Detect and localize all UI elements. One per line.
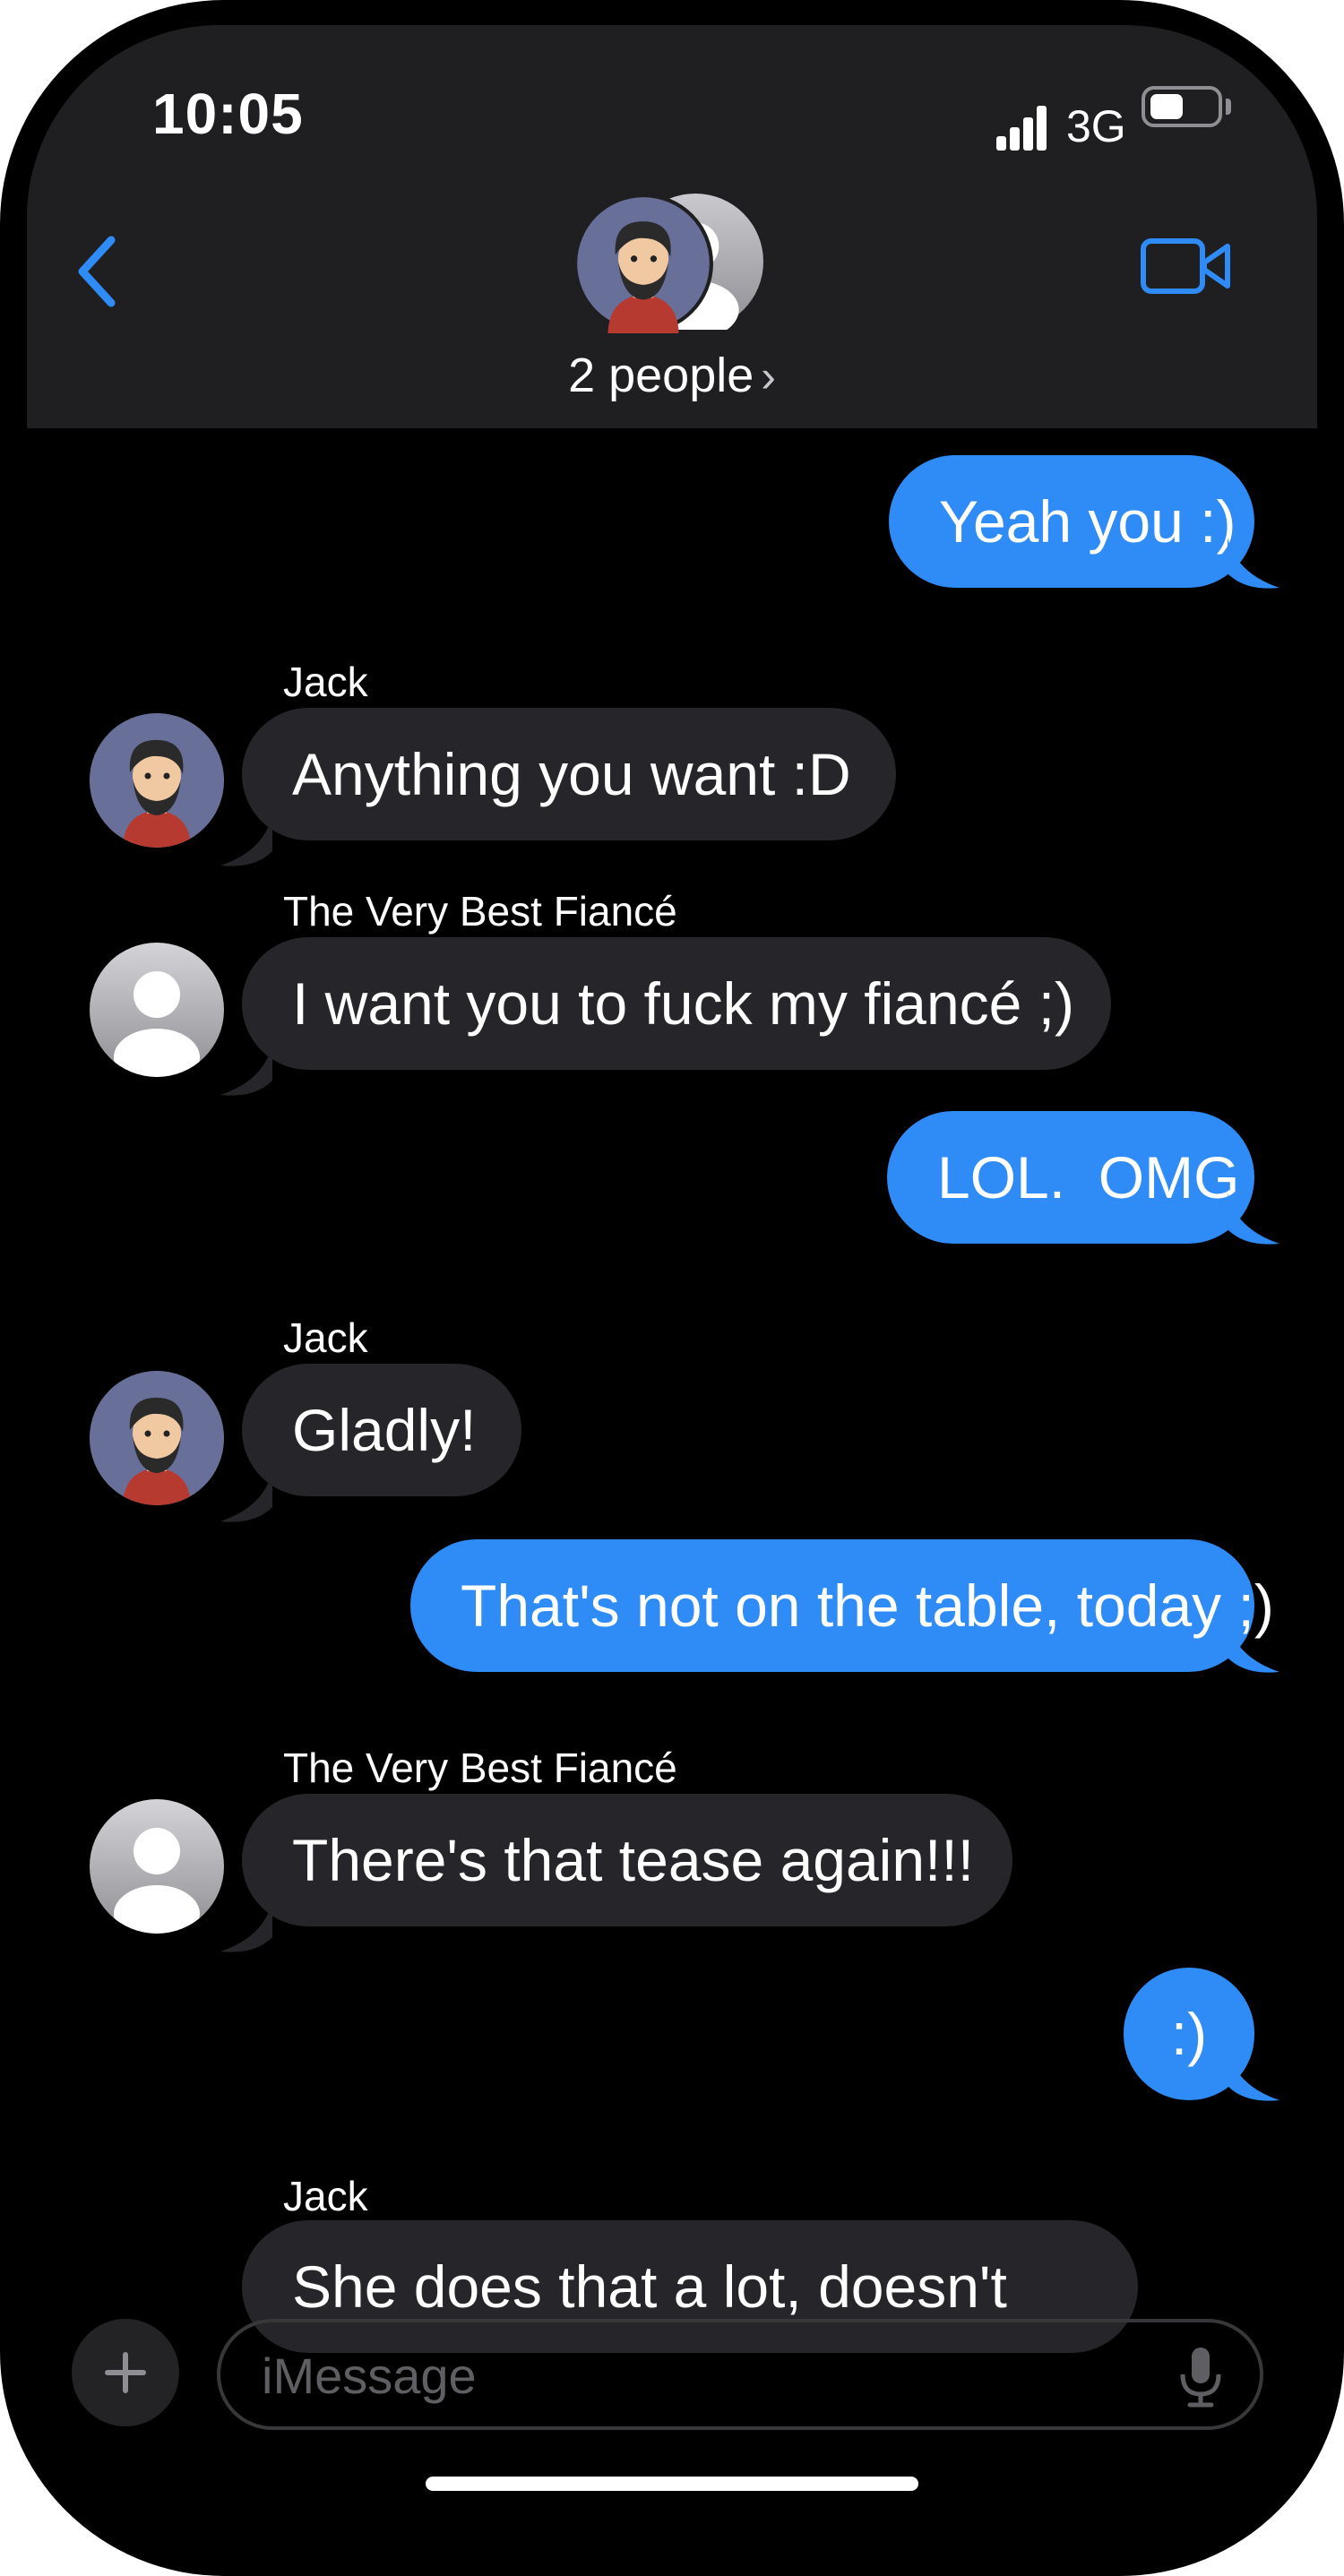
group-avatars[interactable]	[573, 194, 771, 340]
sender-name: The Very Best Fiancé	[283, 888, 677, 935]
home-indicator[interactable]	[426, 2477, 918, 2491]
message-bubble-outgoing[interactable]: Yeah you :)	[889, 455, 1254, 588]
jack-avatar[interactable]	[90, 713, 224, 848]
bubble-tail	[1228, 1193, 1279, 1245]
sender-name: Jack	[283, 659, 368, 705]
message-input[interactable]	[260, 2339, 1124, 2412]
bubble-tail	[1228, 538, 1279, 589]
battery-icon	[1142, 86, 1222, 127]
video-camera-icon	[1141, 238, 1230, 294]
message-bubble-outgoing[interactable]: That's not on the table, today ;)	[410, 1539, 1274, 1672]
bubble-tail	[1228, 2050, 1279, 2101]
jack-avatar[interactable]	[90, 1371, 224, 1505]
message-bubble-incoming[interactable]: I want you to fuck my fiancé ;)	[242, 937, 1111, 1070]
battery-tip	[1226, 99, 1231, 115]
bubble-tail	[1228, 1622, 1279, 1673]
message-bubble-outgoing[interactable]: LOL. OMG	[887, 1111, 1254, 1244]
screen: 10:05 3G 2 people › Yeah you:) Jack Any…	[27, 25, 1317, 2552]
message-bubble-incoming[interactable]: There's that tease again!!!	[242, 1794, 1012, 1926]
signal-icon	[996, 106, 1047, 151]
chat-header: 10:05 3G 2 people ›	[27, 25, 1317, 428]
sender-name: The Very Best Fiancé	[283, 1745, 677, 1791]
status-time: 10:05	[152, 82, 304, 146]
sender-name: Jack	[283, 1314, 368, 1361]
message-bubble-incoming[interactable]: Anything you want :D	[242, 708, 896, 840]
message-field[interactable]	[217, 2319, 1263, 2430]
dictation-button[interactable]	[1174, 2344, 1228, 2410]
microphone-icon	[1180, 2348, 1221, 2408]
generic-contact-avatar[interactable]	[90, 1799, 224, 1934]
jack-avatar	[573, 194, 713, 333]
chevron-left-icon	[78, 236, 116, 307]
message-bubble-incoming[interactable]: Gladly!	[242, 1364, 521, 1496]
back-button[interactable]	[72, 222, 125, 321]
add-attachment-button[interactable]	[72, 2319, 179, 2426]
sender-name: Jack	[283, 2173, 368, 2219]
chevron-right-icon: ›	[761, 351, 776, 401]
generic-contact-avatar[interactable]	[90, 943, 224, 1077]
network-type: 3G	[1066, 101, 1126, 151]
group-title-text: 2 people	[568, 349, 754, 402]
video-call-button[interactable]	[1138, 227, 1236, 307]
phone-frame: 10:05 3G 2 people › Yeah you:) Jack Any…	[0, 0, 1344, 2576]
group-title[interactable]: 2 people ›	[27, 348, 1317, 403]
